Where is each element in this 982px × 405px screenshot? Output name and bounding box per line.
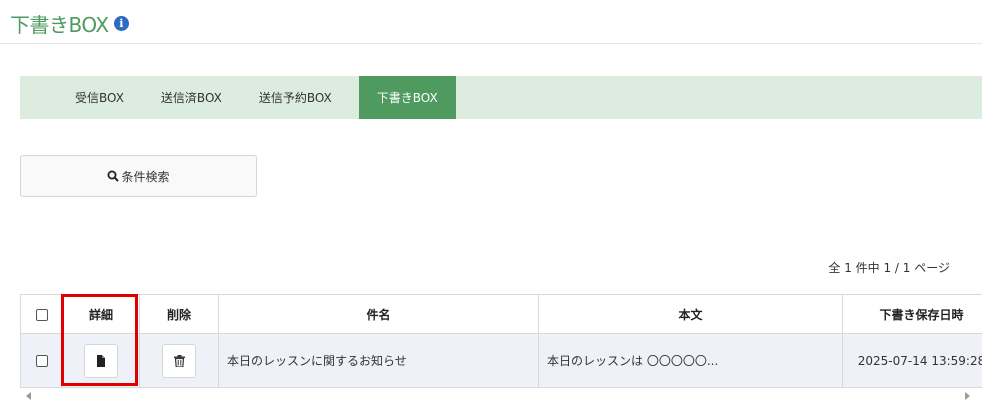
- column-header-detail: 詳細: [62, 294, 140, 334]
- trash-icon: [173, 354, 185, 367]
- document-icon: [97, 354, 105, 367]
- row-detail-cell: [62, 333, 140, 388]
- search-icon: [107, 170, 120, 182]
- condition-search-button[interactable]: 条件検索: [20, 155, 257, 197]
- select-all-checkbox[interactable]: [35, 308, 48, 321]
- horizontal-scrollbar[interactable]: [20, 389, 982, 403]
- condition-search-label: 条件検索: [121, 169, 170, 184]
- column-header-body: 本文: [538, 294, 843, 334]
- row-select-cell: [20, 333, 63, 388]
- tab-sent[interactable]: 送信済BOX: [151, 76, 232, 119]
- scroll-left-arrow-icon[interactable]: [26, 392, 31, 400]
- column-header-saved-at: 下書き保存日時: [842, 294, 982, 334]
- pager-info: 全 1 件中 1 / 1 ページ: [828, 261, 950, 275]
- row-body: 本日のレッスンは 〇〇〇〇〇...: [538, 333, 843, 388]
- table-header-row: 詳細 削除 件名 本文 下書き保存日時: [20, 294, 982, 334]
- page-title: 下書きBOX i: [10, 9, 129, 38]
- row-subject: 本日のレッスンに関するお知らせ: [218, 333, 539, 388]
- row-checkbox[interactable]: [35, 355, 48, 367]
- tab-drafts[interactable]: 下書きBOX: [358, 76, 456, 119]
- row-saved-at: 2025-07-14 13:59:28: [842, 333, 982, 388]
- delete-button[interactable]: [162, 343, 196, 378]
- page-title-text: 下書きBOX: [10, 13, 109, 37]
- tab-inbox[interactable]: 受信BOX: [65, 76, 134, 119]
- row-delete-cell: [139, 333, 219, 388]
- page-header: 下書きBOX i: [0, 0, 982, 44]
- tab-scheduled[interactable]: 送信予約BOX: [249, 76, 342, 119]
- select-all-header: [20, 294, 63, 334]
- scroll-right-arrow-icon[interactable]: [965, 392, 970, 400]
- mailbox-tab-bar: 受信BOX 送信済BOX 送信予約BOX 下書きBOX: [20, 76, 982, 119]
- drafts-table-container: 詳細 削除 件名 本文 下書き保存日時 本日のレッスンに関するお知らせ 本日のレ…: [20, 294, 982, 389]
- column-header-delete: 削除: [139, 294, 219, 334]
- drafts-table: 詳細 削除 件名 本文 下書き保存日時 本日のレッスンに関するお知らせ 本日のレ…: [20, 294, 982, 388]
- column-header-subject: 件名: [218, 294, 539, 334]
- info-icon[interactable]: i: [113, 16, 129, 31]
- table-row[interactable]: 本日のレッスンに関するお知らせ 本日のレッスンは 〇〇〇〇〇... 2025-0…: [20, 333, 982, 388]
- detail-button[interactable]: [84, 343, 118, 378]
